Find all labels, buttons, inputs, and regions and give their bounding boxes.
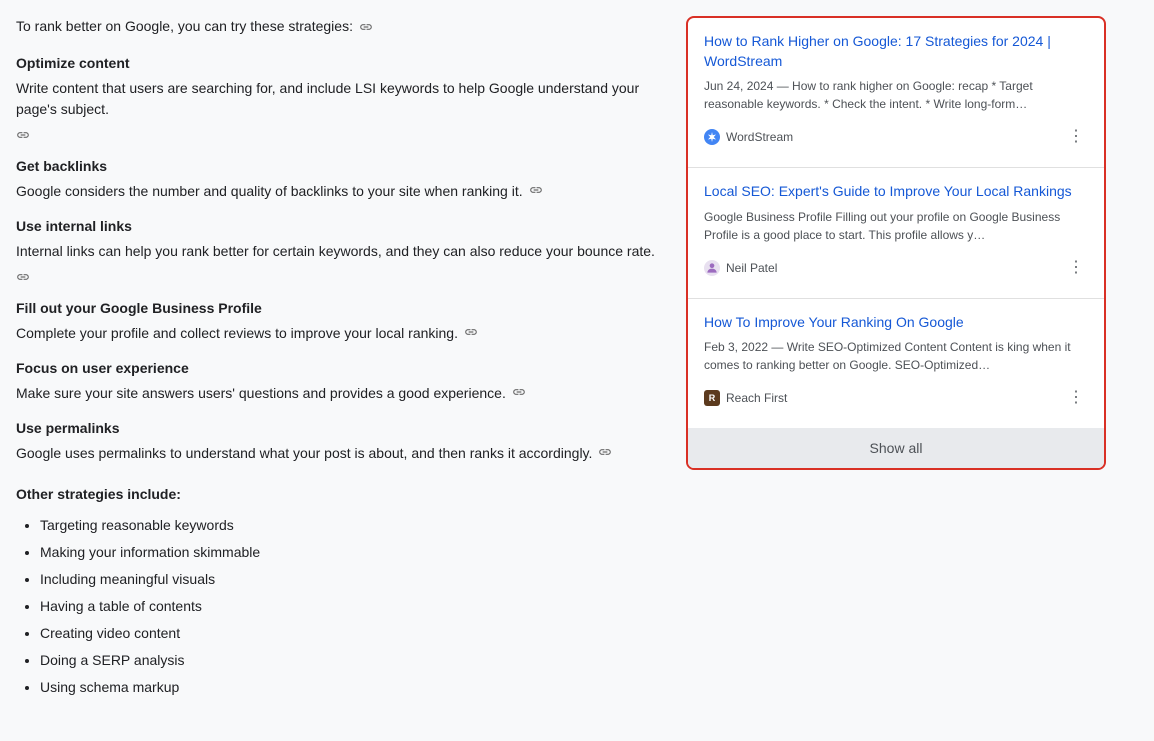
strategy-link-icon-0[interactable] — [16, 128, 30, 142]
strategy-item-1: Get backlinks Google considers the numbe… — [16, 156, 666, 202]
source-name-2: Reach First — [726, 389, 787, 407]
list-item: Including meaningful visuals — [40, 569, 666, 590]
source-name-1: Neil Patel — [726, 259, 777, 277]
search-result-item-0: How to Rank Higher on Google: 17 Strateg… — [688, 18, 1104, 168]
result-snippet-2: Feb 3, 2022 — Write SEO-Optimized Conten… — [704, 338, 1088, 374]
intro-link-icon[interactable] — [359, 20, 373, 34]
result-snippet-1: Google Business Profile Filling out your… — [704, 208, 1088, 244]
list-item: Doing a SERP analysis — [40, 650, 666, 671]
strategy-desc-5: Google uses permalinks to understand wha… — [16, 443, 666, 464]
search-result-item-1: Local SEO: Expert's Guide to Improve You… — [688, 168, 1104, 299]
strategy-item-0: Optimize content Write content that user… — [16, 53, 666, 142]
result-title-1[interactable]: Local SEO: Expert's Guide to Improve You… — [704, 182, 1088, 202]
strategy-heading-1: Get backlinks — [16, 156, 666, 177]
left-column: To rank better on Google, you can try th… — [16, 16, 666, 704]
search-result-item-2: How To Improve Your Ranking On Google Fe… — [688, 299, 1104, 429]
more-button-1[interactable]: ⋮ — [1064, 252, 1088, 284]
list-item: Making your information skimmable — [40, 542, 666, 563]
other-strategies-list: Targeting reasonable keywords Making you… — [16, 515, 666, 698]
list-item: Having a table of contents — [40, 596, 666, 617]
result-meta-0: WordStream ⋮ — [704, 121, 1088, 153]
list-item: Targeting reasonable keywords — [40, 515, 666, 536]
more-button-0[interactable]: ⋮ — [1064, 121, 1088, 153]
strategies-list: Optimize content Write content that user… — [16, 53, 666, 464]
search-results-card: How to Rank Higher on Google: 17 Strateg… — [686, 16, 1106, 470]
strategy-link-icon-3[interactable] — [464, 325, 478, 339]
strategy-link-icon-1[interactable] — [529, 183, 543, 197]
result-snippet-0: Jun 24, 2024 — How to rank higher on Goo… — [704, 77, 1088, 113]
page-layout: To rank better on Google, you can try th… — [16, 16, 1138, 704]
strategy-item-5: Use permalinks Google uses permalinks to… — [16, 418, 666, 464]
strategy-heading-5: Use permalinks — [16, 418, 666, 439]
strategy-link-icon-4[interactable] — [512, 385, 526, 399]
reach-first-icon: R — [704, 390, 720, 406]
intro-section: To rank better on Google, you can try th… — [16, 16, 666, 37]
strategy-heading-0: Optimize content — [16, 53, 666, 74]
source-name-0: WordStream — [726, 128, 793, 146]
result-meta-2: R Reach First ⋮ — [704, 382, 1088, 414]
strategy-desc-0: Write content that users are searching f… — [16, 78, 666, 142]
neil-patel-icon — [704, 260, 720, 276]
result-title-0[interactable]: How to Rank Higher on Google: 17 Strateg… — [704, 32, 1088, 71]
other-strategies-heading: Other strategies include: — [16, 484, 666, 505]
list-item: Creating video content — [40, 623, 666, 644]
strategy-desc-3: Complete your profile and collect review… — [16, 323, 666, 344]
result-title-2[interactable]: How To Improve Your Ranking On Google — [704, 313, 1088, 333]
wordstream-icon — [704, 129, 720, 145]
right-column: How to Rank Higher on Google: 17 Strateg… — [686, 16, 1106, 704]
result-meta-1: Neil Patel ⋮ — [704, 252, 1088, 284]
show-all-button[interactable]: Show all — [688, 428, 1104, 468]
intro-text: To rank better on Google, you can try th… — [16, 16, 353, 37]
strategy-desc-2: Internal links can help you rank better … — [16, 241, 666, 284]
result-source-1: Neil Patel — [704, 259, 777, 277]
strategy-link-icon-2[interactable] — [16, 270, 30, 284]
strategy-heading-2: Use internal links — [16, 216, 666, 237]
strategy-heading-3: Fill out your Google Business Profile — [16, 298, 666, 319]
more-button-2[interactable]: ⋮ — [1064, 382, 1088, 414]
result-source-2: R Reach First — [704, 389, 787, 407]
strategy-heading-4: Focus on user experience — [16, 358, 666, 379]
strategy-item-2: Use internal links Internal links can he… — [16, 216, 666, 284]
strategy-desc-4: Make sure your site answers users' quest… — [16, 383, 666, 404]
strategy-desc-1: Google considers the number and quality … — [16, 181, 666, 202]
strategy-item-3: Fill out your Google Business Profile Co… — [16, 298, 666, 344]
list-item: Using schema markup — [40, 677, 666, 698]
strategy-item-4: Focus on user experience Make sure your … — [16, 358, 666, 404]
strategy-link-icon-5[interactable] — [598, 445, 612, 459]
result-source-0: WordStream — [704, 128, 793, 146]
